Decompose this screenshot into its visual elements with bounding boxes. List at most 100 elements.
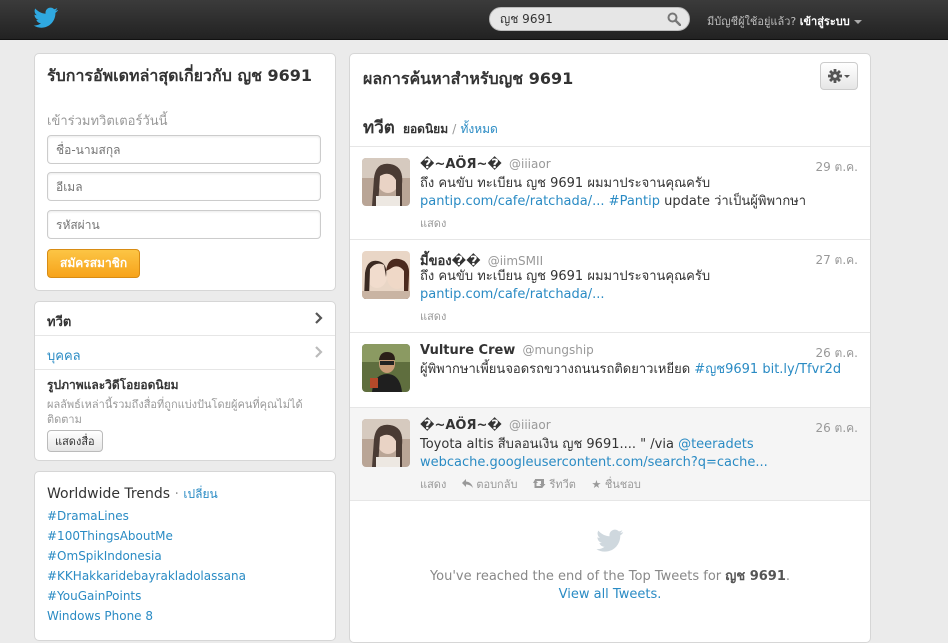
show-media-button[interactable]: แสดงสื่อ (47, 430, 103, 452)
search-results: ผลการค้นหาสำหรับญช 9691 ทวีต ยอดนิยม / ท… (349, 53, 871, 643)
tweet-text-body: ผู้พิพากษาเพี้ยนจอดรถขวางถนนรถติดยาวเหยี… (420, 362, 691, 377)
email-field[interactable] (47, 172, 321, 201)
trend-item[interactable]: #DramaLines (47, 509, 129, 523)
trends-change-link[interactable]: เปลี่ยน (183, 487, 217, 501)
trends-title: Worldwide Trends (47, 486, 171, 502)
trend-item[interactable]: #100ThingsAboutMe (47, 529, 173, 543)
tweet-mention[interactable]: @teeradets (678, 437, 754, 452)
tweet-actions: แสดง ตอบกลับ รีทวีต ★ ชื่นชอบ (420, 475, 653, 493)
trend-item[interactable]: #KKHakkaridebayrakladolassana (47, 569, 246, 583)
chevron-down-icon[interactable] (853, 20, 862, 24)
search-nav-module: ทวีต บุคคล รูปภาพและวิดีโอยอดนิยม ผลลัพธ… (34, 301, 336, 461)
star-icon: ★ (591, 478, 602, 491)
tweet-text-body: ถึง คนขับ ทะเบียน ญช 9691 ผมมาประจานคุณค… (420, 269, 711, 284)
tweets-heading: ทวีต (363, 118, 395, 138)
avatar[interactable] (362, 158, 410, 206)
search-input[interactable] (500, 11, 660, 27)
tweet-text-body: Toyota altis สีบลอนเงิน ญช 9691.... " /v… (420, 437, 674, 452)
nav-item-people[interactable]: บุคคล (35, 336, 335, 370)
tweet-header: Vulture Crew @mungship (420, 343, 594, 358)
favorite-label: ชื่นชอบ (604, 478, 641, 491)
signup-title: รับการอัพเดทล่าสุดเกี่ยวกับ ญช 9691 (47, 66, 313, 85)
tweet-link[interactable]: pantip.com/cafe/ratchada/... (420, 194, 605, 209)
tweet-item[interactable]: Vulture Crew @mungship 26 ต.ค. ผู้พิพากษ… (350, 332, 870, 407)
tweet-author-handle[interactable]: @iimSMII (488, 254, 543, 268)
signin-question: มีบัญชีผู้ใช้อยู่แล้ว? (707, 15, 797, 28)
search-box (489, 7, 690, 31)
tweet-link[interactable]: pantip.com/cafe/ratchada/... (420, 287, 605, 302)
tweet-actions: แสดง (420, 307, 458, 325)
tweet-text: ถึง คนขับ ทะเบียน ญช 9691 ผมมาประจานคุณค… (420, 268, 860, 304)
view-all-tweets-link[interactable]: View all Tweets. (559, 587, 662, 602)
tweet-author-handle[interactable]: @iiiaor (509, 418, 551, 432)
tweet-hashtag[interactable]: #Pantip (609, 194, 660, 209)
search-icon[interactable] (667, 12, 681, 26)
retweet-label: รีทวีต (549, 478, 576, 491)
end-message: You've reached the end of the Top Tweets… (350, 565, 870, 586)
expand-link[interactable]: แสดง (420, 217, 446, 230)
signup-subtitle: เข้าร่วมทวิตเตอร์วันนี้ (47, 114, 168, 129)
reply-icon (461, 479, 473, 488)
trend-item[interactable]: Windows Phone 8 (47, 609, 153, 623)
top-bar: มีบัญชีผู้ใช้อยู่แล้ว? เข้าสู่ระบบ (0, 0, 948, 40)
tweet-text-tail: update ว่าเป็นผู้พิพากษา (664, 194, 807, 209)
results-tabs: ทวีต ยอดนิยม / ทั้งหมด (363, 114, 498, 141)
signup-button[interactable]: สมัครสมาชิก (47, 249, 141, 278)
end-message-suffix: . (785, 569, 791, 584)
tweet-item[interactable]: �~AÖЯ~� @iiiaor 26 ต.ค. Toyota altis สีบ… (350, 407, 870, 500)
nav-item-tweets[interactable]: ทวีต (35, 302, 335, 336)
trends-module: Worldwide Trends · เปลี่ยน #DramaLines #… (34, 471, 336, 641)
tweet-text-body: ถึง คนขับ ทะเบียน ญช 9691 ผมมาประจานคุณค… (420, 176, 711, 191)
avatar[interactable] (362, 419, 410, 467)
trend-item[interactable]: #OmSpikIndonesia (47, 549, 162, 563)
photos-description: ผลลัพธ์เหล่านี้รวมถึงสื่อที่ถูกแบ่งปันโด… (47, 398, 303, 426)
trends-list: #DramaLines #100ThingsAboutMe #OmSpikInd… (47, 509, 246, 629)
end-of-results: You've reached the end of the Top Tweets… (350, 500, 870, 641)
password-field[interactable] (47, 210, 321, 239)
tab-separator: / (452, 122, 457, 136)
end-message-query: ญช 9691 (725, 569, 786, 584)
reply-label: ตอบกลับ (476, 478, 518, 491)
avatar[interactable] (362, 251, 410, 299)
end-message-prefix: You've reached the end of the Top Tweets… (429, 569, 722, 584)
tweet-text: ถึง คนขับ ทะเบียน ญช 9691 ผมมาประจานคุณค… (420, 175, 860, 211)
tweet-actions: แสดง (420, 214, 458, 232)
gear-icon (828, 69, 850, 83)
tweet-link[interactable]: bit.ly/Tfvr2d (762, 362, 841, 377)
trends-header: Worldwide Trends · เปลี่ยน (47, 486, 218, 502)
tweet-author-handle[interactable]: @mungship (522, 343, 593, 357)
nav-item-people-label: บุคคล (47, 349, 81, 364)
tweet-author-handle[interactable]: @iiiaor (509, 157, 551, 171)
expand-link[interactable]: แสดง (420, 310, 446, 323)
tweet-author-name[interactable]: �~AÖЯ~� (420, 418, 502, 433)
settings-button[interactable] (820, 62, 858, 90)
tweet-header: �~AÖЯ~� @iiiaor (420, 157, 551, 172)
tweet-hashtag[interactable]: #ญช9691 (694, 362, 758, 377)
chevron-right-icon (315, 312, 323, 324)
tweet-author-name[interactable]: �~AÖЯ~� (420, 157, 502, 172)
tweet-text: Toyota altis สีบลอนเงิน ญช 9691.... " /v… (420, 436, 860, 472)
tweet-item[interactable]: มี้ของ�� @iimSMII 27 ต.ค. ถึง คนขับ ทะเบ… (350, 239, 870, 332)
tab-top[interactable]: ยอดนิยม (403, 122, 448, 136)
chevron-right-icon (315, 346, 323, 358)
tab-all[interactable]: ทั้งหมด (460, 122, 497, 136)
favorite-action[interactable]: ★ ชื่นชอบ (591, 478, 640, 491)
nav-item-tweets-label: ทวีต (47, 315, 72, 330)
twitter-bird-icon[interactable] (33, 7, 59, 29)
tweet-item[interactable]: �~AÖЯ~� @iiiaor 29 ต.ค. ถึง คนขับ ทะเบีย… (350, 146, 870, 239)
tweet-author-name[interactable]: มี้ของ�� (420, 254, 481, 269)
fullname-field[interactable] (47, 135, 321, 164)
photos-section: รูปภาพและวิดีโอยอดนิยม ผลลัพธ์เหล่านี้รว… (47, 376, 325, 427)
expand-link[interactable]: แสดง (420, 478, 446, 491)
twitter-bird-icon (596, 529, 624, 552)
retweet-icon (532, 479, 546, 488)
retweet-action[interactable]: รีทวีต (532, 478, 579, 491)
avatar[interactable] (362, 344, 410, 392)
tweet-link[interactable]: webcache.googleusercontent.com/search?q=… (420, 455, 768, 470)
page-title: ผลการค้นหาสำหรับญช 9691 (363, 69, 574, 88)
reply-action[interactable]: ตอบกลับ (461, 478, 521, 491)
trend-item[interactable]: #YouGainPoints (47, 589, 141, 603)
tweet-text: ผู้พิพากษาเพี้ยนจอดรถขวางถนนรถติดยาวเหยี… (420, 361, 860, 379)
tweet-author-name[interactable]: Vulture Crew (420, 343, 515, 358)
signin-link[interactable]: เข้าสู่ระบบ (800, 15, 850, 28)
